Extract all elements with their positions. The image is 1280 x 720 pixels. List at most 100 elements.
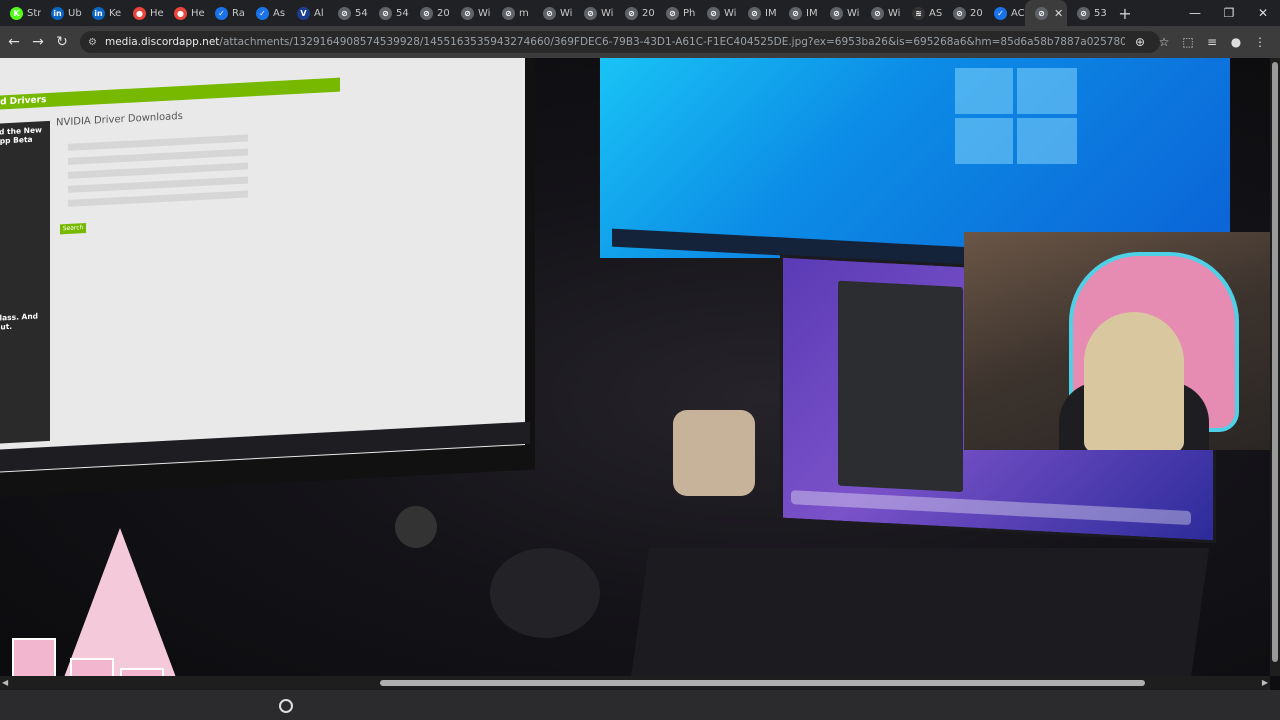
globe-icon: ⊘: [707, 6, 720, 20]
ae-icon: ≋: [912, 6, 925, 20]
restore-button[interactable]: ❐: [1212, 0, 1246, 26]
browser-tab[interactable]: ⊘ Wi: [451, 0, 492, 26]
browser-tab[interactable]: ⊘ 20: [615, 0, 656, 26]
check-icon: ✓: [994, 6, 1007, 20]
browser-tab[interactable]: ⊘ 20: [943, 0, 984, 26]
media-icon[interactable]: ≡: [1200, 35, 1224, 49]
browser-tab[interactable]: ⊘ Wi: [861, 0, 902, 26]
extensions-icon[interactable]: ⬚: [1176, 35, 1200, 49]
close-tab-icon[interactable]: ✕: [1054, 7, 1063, 20]
globe-icon: ⊘: [1035, 6, 1048, 20]
browser-tab[interactable]: ⊘ Wi: [820, 0, 861, 26]
address-bar: ← → ↻ ⚙ media.discordapp.net/attachments…: [0, 26, 1280, 58]
discord-window: [838, 280, 963, 493]
tab-label: Wi: [847, 7, 860, 19]
christmas-tree-icon: [60, 528, 180, 676]
browser-tab[interactable]: ⊘ 54: [369, 0, 410, 26]
browser-tab[interactable]: ⊘ IM: [738, 0, 779, 26]
site-info-icon[interactable]: ⚙: [88, 37, 97, 48]
gift-icon: [70, 658, 114, 676]
form-field: [68, 162, 248, 179]
laptop-keyboard: [630, 548, 1210, 676]
linkedin-icon: in: [51, 6, 64, 20]
reload-button[interactable]: ↻: [50, 34, 74, 50]
globe-icon: ⊘: [830, 6, 843, 20]
close-window-button[interactable]: ✕: [1246, 0, 1280, 26]
bottom-overlay-bar: [0, 690, 1280, 720]
tab-label: Wi: [724, 7, 737, 19]
horizontal-scrollbar[interactable]: ◀ ▶: [0, 676, 1270, 690]
omnibox[interactable]: ⚙ media.discordapp.net/attachments/13291…: [80, 31, 1160, 53]
v-icon: V: [297, 6, 310, 20]
tab-label: Ra: [232, 7, 245, 19]
tab-label: Wi: [601, 7, 614, 19]
browser-tab[interactable]: ● He: [123, 0, 164, 26]
form-field: [68, 134, 248, 151]
scroll-right-arrow-icon[interactable]: ▶: [1262, 678, 1268, 687]
scroll-left-arrow-icon[interactable]: ◀: [2, 678, 8, 687]
browser-tab[interactable]: ≋ AS: [902, 0, 943, 26]
forward-button[interactable]: →: [26, 34, 50, 50]
browser-tab[interactable]: ⊘ m: [492, 0, 533, 26]
tab-label: He: [150, 7, 164, 19]
browser-tab[interactable]: ⊘ 53: [1067, 0, 1108, 26]
check-icon: ✓: [256, 6, 269, 20]
back-button[interactable]: ←: [2, 34, 26, 50]
horizontal-scroll-thumb[interactable]: [380, 680, 1145, 686]
mouse: [490, 548, 600, 638]
browser-tab[interactable]: ⊘ ✕: [1025, 0, 1067, 26]
tab-label: AC: [1011, 7, 1025, 19]
tab-label: Wi: [888, 7, 901, 19]
tab-label: 20: [437, 7, 450, 19]
vertical-scrollbar[interactable]: [1270, 58, 1280, 676]
globe-icon: ⊘: [584, 6, 597, 20]
nvidia-sidebar: ad the New App Beta Class. And Out.: [0, 120, 50, 444]
browser-tab[interactable]: V Al: [287, 0, 328, 26]
vertical-scroll-thumb[interactable]: [1272, 62, 1278, 662]
menu-icon[interactable]: ⋮: [1248, 35, 1272, 49]
tab-label: IM: [765, 7, 777, 19]
tab-label: Str: [27, 7, 41, 19]
tab-label: Ph: [683, 7, 696, 19]
globe-icon: ⊘: [625, 6, 638, 20]
profile-icon[interactable]: ●: [1224, 35, 1248, 49]
tab-label: As: [273, 7, 286, 19]
k-icon: K: [10, 6, 23, 20]
minimize-button[interactable]: —: [1178, 0, 1212, 26]
browser-tab[interactable]: in Ub: [41, 0, 82, 26]
tab-label: Wi: [560, 7, 573, 19]
globe-icon: ⊘: [379, 6, 392, 20]
globe-icon: ⊘: [420, 6, 433, 20]
browser-tab[interactable]: ⊘ Wi: [533, 0, 574, 26]
url-host: media.discordapp.net: [104, 36, 220, 48]
tab-label: 20: [970, 7, 983, 19]
browser-tab[interactable]: ✓ AC: [984, 0, 1025, 26]
browser-tab[interactable]: ⊘ Wi: [574, 0, 615, 26]
browser-tab[interactable]: ⊘ 20: [410, 0, 451, 26]
tab-label: m: [519, 7, 529, 19]
control-knob: [395, 506, 437, 548]
form-field: [68, 190, 248, 207]
browser-tab[interactable]: ⊘ IM: [779, 0, 820, 26]
zoom-icon[interactable]: ⊕: [1128, 35, 1152, 49]
browser-tab[interactable]: ✓ As: [246, 0, 287, 26]
browser-tab[interactable]: ⊘ 54: [328, 0, 369, 26]
tab-label: 20: [642, 7, 655, 19]
nvidia-header-bar: ad Drivers: [0, 77, 340, 110]
spiral-icon[interactable]: [279, 699, 293, 713]
globe-icon: ⊘: [953, 6, 966, 20]
url-text[interactable]: media.discordapp.net/attachments/1329164…: [105, 36, 1125, 48]
browser-tab[interactable]: ⊘ Ph: [656, 0, 697, 26]
tab-label: Wi: [478, 7, 491, 19]
left-monitor: ad Drivers NVIDIA Driver Downloads ad th…: [0, 58, 535, 499]
browser-tab[interactable]: in Ke: [82, 0, 123, 26]
window-controls: — ❐ ✕: [1178, 0, 1280, 26]
browser-tab[interactable]: ● He: [164, 0, 205, 26]
browser-tab[interactable]: ✓ Ra: [205, 0, 246, 26]
bookmark-star-icon[interactable]: ☆: [1152, 35, 1176, 49]
browser-tab[interactable]: K Str: [0, 0, 41, 26]
globe-icon: ⊘: [1077, 6, 1090, 20]
globe-icon: ⊘: [871, 6, 884, 20]
new-tab-button[interactable]: +: [1112, 4, 1138, 23]
browser-tab[interactable]: ⊘ Wi: [697, 0, 738, 26]
